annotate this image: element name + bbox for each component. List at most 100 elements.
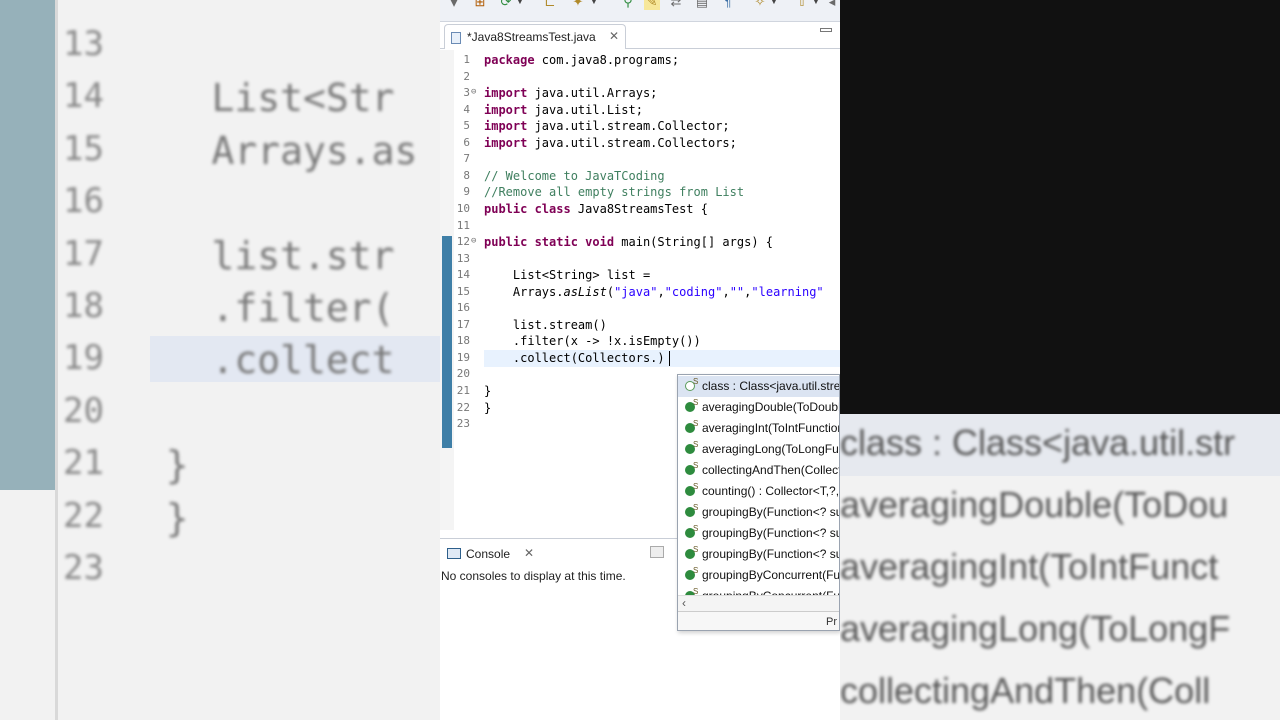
backdrop-code-line: List<Str bbox=[120, 76, 395, 121]
static-marker-icon: S bbox=[693, 524, 699, 533]
line-number: 19 bbox=[456, 350, 470, 364]
backdrop-assist-item: class : Class<java.util.str bbox=[840, 422, 1236, 463]
line-number: 2 bbox=[463, 69, 470, 83]
bulb-icon[interactable]: ✧ bbox=[752, 0, 768, 10]
static-marker-icon: S bbox=[693, 377, 699, 386]
text-cursor bbox=[669, 351, 670, 366]
assist-item[interactable]: ScollectingAndThen(Collector<T,A,R> down… bbox=[678, 460, 840, 481]
run-icon[interactable]: ⚲ bbox=[620, 0, 636, 10]
line-number: 8 bbox=[463, 168, 470, 182]
overview-ruler bbox=[440, 50, 454, 530]
code-line: //Remove all empty strings from List bbox=[484, 185, 745, 200]
static-marker-icon: S bbox=[693, 545, 699, 554]
scroll-left-icon[interactable]: ‹ bbox=[682, 596, 686, 610]
line-number: 15 bbox=[456, 284, 470, 298]
assist-item[interactable]: SaveragingDouble(ToDoubleFunction<? supe… bbox=[678, 397, 840, 418]
console-icon bbox=[447, 548, 461, 559]
line-number: 10 bbox=[456, 201, 470, 215]
nav-dropdown-icon[interactable]: ▼ bbox=[812, 0, 820, 10]
assist-item-label: collectingAndThen(Collector<T,A,R> downs… bbox=[702, 463, 840, 477]
backdrop-line-number: 16 bbox=[63, 181, 104, 222]
tab-label: *Java8StreamsTest.java bbox=[467, 30, 596, 44]
line-number: 7 bbox=[463, 152, 470, 166]
task-icon[interactable]: ▤ bbox=[694, 0, 710, 10]
wand-icon[interactable]: ✦ bbox=[570, 0, 586, 10]
assist-item[interactable]: Sclass : Class<java.util.stream.Collecto… bbox=[678, 376, 839, 397]
assist-item[interactable]: SaveragingInt(ToIntFunction<? super T> m… bbox=[678, 418, 839, 439]
line-number: 9 bbox=[463, 185, 470, 199]
tab-console[interactable]: Console ✕ bbox=[444, 542, 544, 566]
line-number: 23 bbox=[456, 417, 470, 431]
backdrop-code-line: } bbox=[120, 443, 189, 488]
nav-back-icon[interactable]: ◂ bbox=[824, 0, 840, 10]
wand-dropdown-icon[interactable]: ▼ bbox=[590, 0, 598, 10]
nav-up-icon[interactable]: ⇧ bbox=[794, 0, 810, 10]
close-icon[interactable]: ✕ bbox=[609, 29, 619, 43]
pin-icon[interactable]: ¶ bbox=[720, 0, 736, 10]
java-file-icon bbox=[451, 32, 461, 44]
assist-item-label: groupingBy(Function<? super T,? extends … bbox=[702, 547, 839, 561]
debug-dropdown-icon[interactable]: ▼ bbox=[516, 0, 524, 10]
build-icon[interactable]: ⊞ bbox=[472, 0, 488, 10]
highlight-icon[interactable]: ✎ bbox=[644, 0, 660, 10]
bulb-dropdown-icon[interactable]: ▼ bbox=[770, 0, 778, 10]
line-number: 11 bbox=[456, 218, 470, 232]
toggle-icon[interactable]: ⇄ bbox=[668, 0, 684, 10]
line-number: 6 bbox=[463, 135, 470, 149]
line-number: 14 bbox=[456, 268, 470, 282]
backdrop-assist-item: collectingAndThen(Coll bbox=[840, 670, 1211, 711]
assist-item-label: averagingInt(ToIntFunction<? super T> ma… bbox=[702, 421, 839, 435]
backdrop-line-number: 20 bbox=[63, 390, 104, 431]
backdrop-code-line: Arrays.as bbox=[120, 128, 418, 173]
static-marker-icon: S bbox=[693, 503, 699, 512]
ide-window: ▾ ⊞ ⟳ ▼ ⊏ ✦ ▼ ⚲ ✎ ⇄ ▤ ¶ ✧ ▼ ⇧ ▼ ◂ *Java8… bbox=[440, 0, 840, 720]
assist-item[interactable]: SgroupingBy(Function<? super T,? extends… bbox=[678, 544, 839, 565]
backdrop-code-line: } bbox=[120, 495, 189, 540]
tab-java8streamstest[interactable]: *Java8StreamsTest.java ✕ bbox=[444, 24, 626, 49]
assist-item[interactable]: SgroupingBy(Function<? super T,? extends… bbox=[678, 502, 839, 523]
fold-toggle-icon[interactable]: ⊖ bbox=[471, 87, 476, 97]
debug-icon[interactable]: ⟳ bbox=[498, 0, 514, 10]
backdrop-code-line: list.str bbox=[120, 233, 395, 278]
code-line: import java.util.Arrays; bbox=[484, 86, 658, 101]
backdrop-ruler bbox=[0, 0, 55, 490]
open-folder-icon[interactable]: ⊏ bbox=[542, 0, 558, 10]
assist-item[interactable]: SgroupingBy(Function<? super T,? extends… bbox=[678, 523, 839, 544]
toolbar: ▾ ⊞ ⟳ ▼ ⊏ ✦ ▼ ⚲ ✎ ⇄ ▤ ¶ ✧ ▼ ⇧ ▼ ◂ bbox=[440, 0, 840, 22]
assist-item-label: counting() : Collector<T,?,Long> bbox=[702, 484, 840, 498]
backdrop-line-number: 17 bbox=[63, 233, 104, 274]
assist-item[interactable]: Scounting() : Collector<T,?,Long> bbox=[678, 481, 840, 502]
assist-hscrollbar[interactable]: ‹ bbox=[678, 595, 839, 611]
backdrop-assist-item: averagingDouble(ToDou bbox=[840, 484, 1229, 525]
ruler-change-marker bbox=[442, 236, 452, 448]
assist-item-label: groupingBy(Function<? super T,? extends … bbox=[702, 526, 839, 540]
backdrop-line-number: 18 bbox=[63, 286, 104, 326]
close-icon[interactable]: ✕ bbox=[524, 546, 534, 560]
code-line: .filter(x -> !x.isEmpty()) bbox=[484, 334, 701, 349]
code-line: public static void main(String[] args) { bbox=[484, 235, 773, 250]
minimize-button[interactable] bbox=[820, 28, 832, 32]
code-line: list.stream() bbox=[484, 317, 607, 332]
static-marker-icon: S bbox=[693, 419, 699, 428]
assist-item[interactable]: SaveragingLong(ToLongFunction<? super T>… bbox=[678, 439, 839, 460]
line-number: 13 bbox=[456, 251, 470, 265]
assist-item-label: averagingDouble(ToDoubleFunction<? super… bbox=[702, 400, 840, 414]
code-line: Arrays.asList("java","coding","","learni… bbox=[484, 284, 824, 299]
assist-footer: Pr bbox=[678, 611, 839, 630]
code-line: List<String> list = bbox=[484, 268, 651, 283]
open-console-button[interactable] bbox=[650, 546, 664, 558]
toolbar-dropdown-icon[interactable]: ▾ bbox=[446, 0, 462, 10]
code-line: .collect(Collectors.) bbox=[484, 350, 665, 365]
assist-item[interactable]: SgroupingByConcurrent(Function<? super T… bbox=[678, 565, 839, 586]
assist-item-label: groupingBy(Function<? super T,? extends … bbox=[702, 505, 839, 519]
fold-toggle-icon[interactable]: ⊖ bbox=[471, 236, 476, 246]
static-marker-icon: S bbox=[693, 440, 699, 449]
static-marker-icon: S bbox=[693, 461, 699, 470]
code-line: // Welcome to JavaTCoding bbox=[484, 168, 665, 183]
console-message: No consoles to display at this time. bbox=[441, 569, 626, 583]
content-assist-popup: Sclass : Class<java.util.stream.Collecto… bbox=[677, 374, 840, 631]
code-line: } bbox=[484, 400, 492, 415]
console-tab-label: Console bbox=[466, 547, 511, 561]
code-line: import java.util.stream.Collectors; bbox=[484, 135, 737, 150]
line-number: 12 bbox=[456, 235, 470, 249]
